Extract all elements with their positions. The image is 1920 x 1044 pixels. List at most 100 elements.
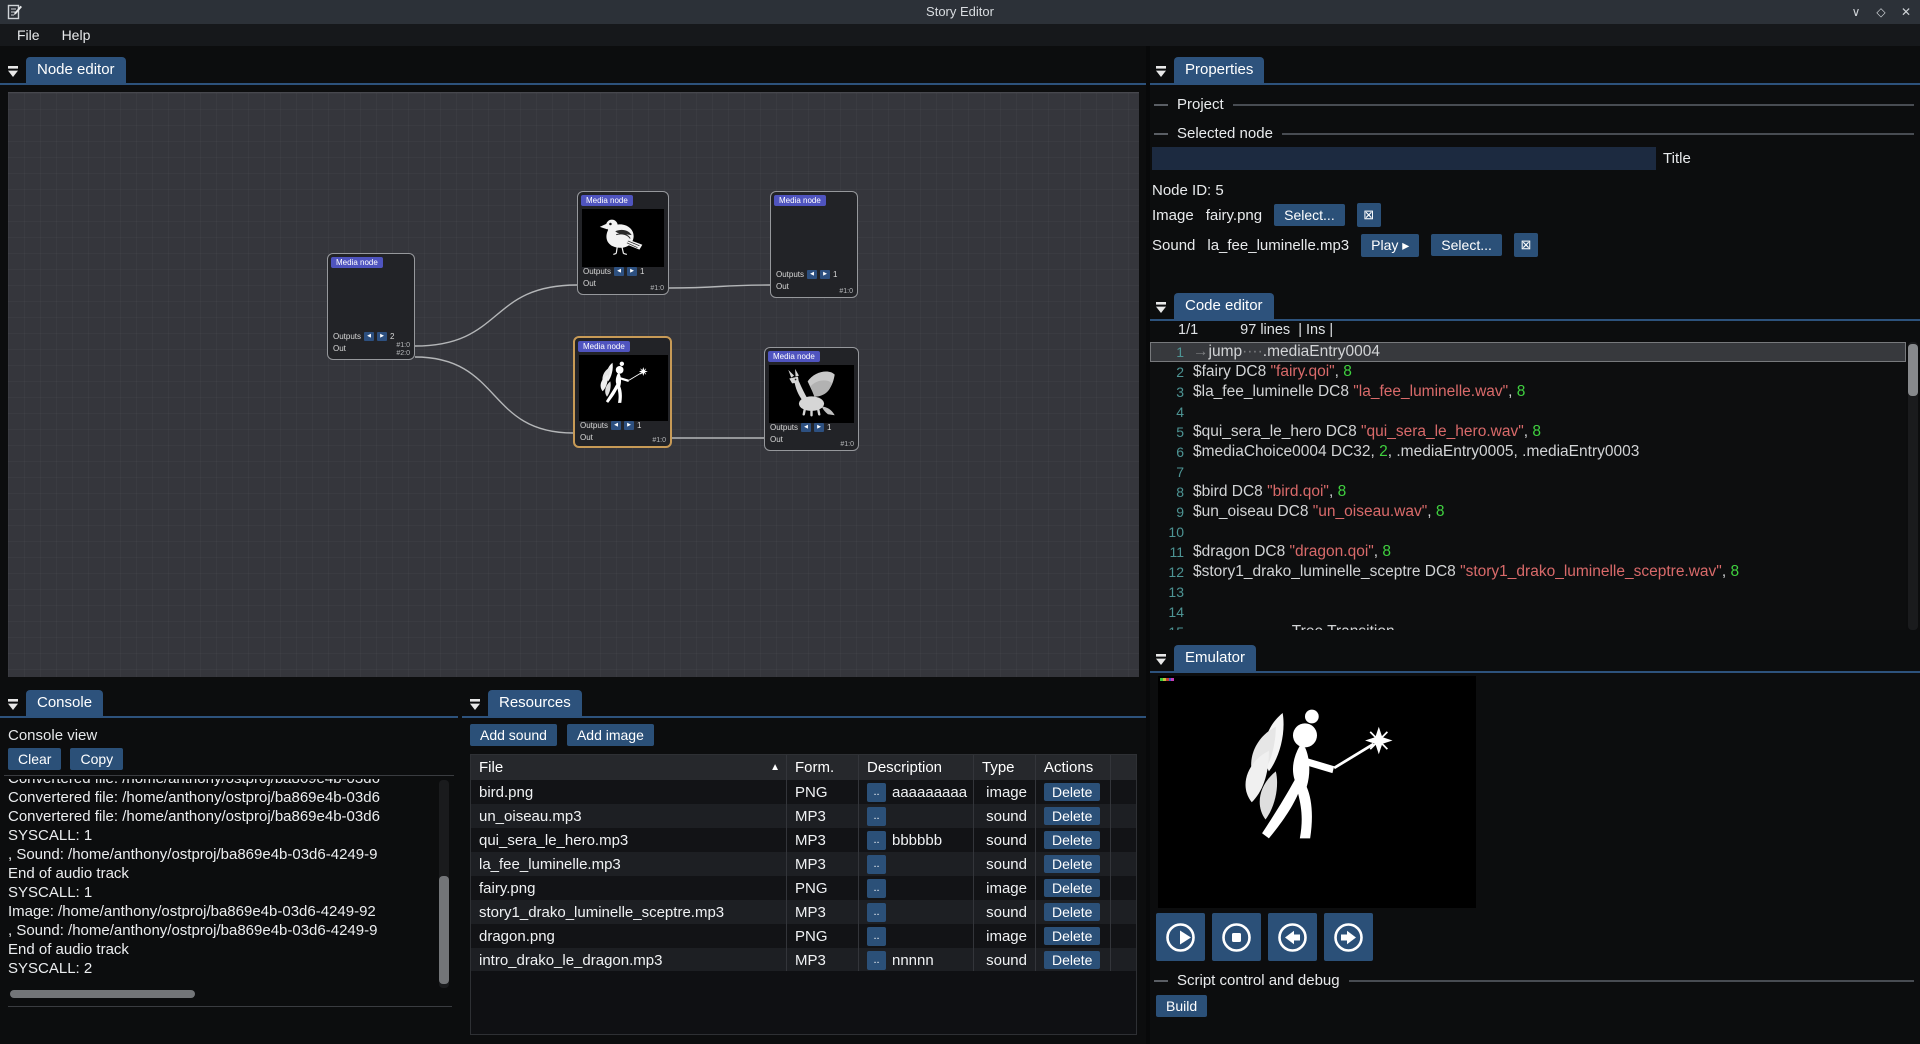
sound-play-button[interactable]: Play ▸ xyxy=(1361,234,1419,257)
tab-emulator[interactable]: Emulator xyxy=(1174,645,1256,671)
delete-button[interactable]: Delete xyxy=(1044,951,1100,969)
image-clear-button[interactable]: ⊠ xyxy=(1357,203,1381,227)
delete-button[interactable]: Delete xyxy=(1044,903,1100,921)
code-line-5[interactable]: 5$qui_sera_le_hero DC8 "qui_sera_le_hero… xyxy=(1150,422,1906,442)
output-next-button[interactable]: ▶ xyxy=(814,423,824,432)
code-editor-area[interactable]: 1→jump····.mediaEntry00042$fairy DC8 "fa… xyxy=(1150,342,1906,630)
code-line-15[interactable]: 15 Tree Transition xyxy=(1150,622,1906,630)
column-header-actions[interactable]: Actions xyxy=(1036,755,1111,780)
start-media-node[interactable]: Media nodeOutputs◀▶2Out#1:0#2:0 xyxy=(327,253,415,360)
code-line-13[interactable]: 13 xyxy=(1150,582,1906,602)
browse-description-button[interactable]: .. xyxy=(867,879,886,898)
code-line-9[interactable]: 9$un_oiseau DC8 "un_oiseau.wav", 8 xyxy=(1150,502,1906,522)
dragon-media-node[interactable]: Media nodeOutputs◀▶1Out#1:0 xyxy=(764,347,859,451)
browse-description-button[interactable]: .. xyxy=(867,927,886,946)
image-select-button[interactable]: Select... xyxy=(1274,204,1345,226)
collapse-icon[interactable] xyxy=(4,695,22,713)
delete-button[interactable]: Delete xyxy=(1044,807,1100,825)
output-next-button[interactable]: ▶ xyxy=(627,267,637,276)
sound-clear-button[interactable]: ⊠ xyxy=(1514,233,1538,257)
delete-button[interactable]: Delete xyxy=(1044,855,1100,873)
column-header-form[interactable]: Form. xyxy=(787,755,859,780)
scrollbar-spacer-cell xyxy=(1111,852,1136,876)
copy-button[interactable]: Copy xyxy=(70,748,123,770)
fairy-media-node[interactable]: Media nodeOutputs◀▶1Out#1:0 xyxy=(573,336,672,448)
type-cell: sound xyxy=(974,804,1036,828)
choice-media-node[interactable]: Media nodeOutputs◀▶1Out#1:0 xyxy=(770,191,858,298)
browse-description-button[interactable]: .. xyxy=(867,783,886,802)
line-number: 15 xyxy=(1150,622,1193,630)
minimize-button[interactable]: ∨ xyxy=(1848,4,1864,20)
code-line-12[interactable]: 12$story1_drako_luminelle_sceptre DC8 "s… xyxy=(1150,562,1906,582)
maximize-button[interactable]: ◇ xyxy=(1873,4,1889,20)
step-forward-button[interactable] xyxy=(1324,913,1373,961)
console-hscrollbar-thumb[interactable] xyxy=(10,990,195,998)
code-line-8[interactable]: 8$bird DC8 "bird.qoi", 8 xyxy=(1150,482,1906,502)
collapse-icon[interactable] xyxy=(4,62,22,80)
browse-description-button[interactable]: .. xyxy=(867,807,886,826)
browse-description-button[interactable]: .. xyxy=(867,855,886,874)
sound-select-button[interactable]: Select... xyxy=(1431,234,1502,256)
resource-row[interactable]: fairy.pngPNG..imageDelete xyxy=(471,876,1136,900)
code-line-3[interactable]: 3$la_fee_luminelle DC8 "la_fee_luminelle… xyxy=(1150,382,1906,402)
delete-button[interactable]: Delete xyxy=(1044,927,1100,945)
output-prev-button[interactable]: ◀ xyxy=(614,267,624,276)
code-line-2[interactable]: 2$fairy DC8 "fairy.qoi", 8 xyxy=(1150,362,1906,382)
play-button[interactable] xyxy=(1156,913,1205,961)
tab-node-editor[interactable]: Node editor xyxy=(26,57,126,83)
add-image-button[interactable]: Add image xyxy=(567,724,654,746)
resource-row[interactable]: dragon.pngPNG..imageDelete xyxy=(471,924,1136,948)
column-header-description[interactable]: Description xyxy=(859,755,974,780)
menu-help[interactable]: Help xyxy=(51,25,102,45)
browse-description-button[interactable]: .. xyxy=(867,951,886,970)
bird-media-node[interactable]: Media nodeOutputs◀▶1Out#1:0 xyxy=(577,191,669,295)
console-vscrollbar-thumb[interactable] xyxy=(439,876,449,984)
output-prev-button[interactable]: ◀ xyxy=(611,421,621,430)
tab-code-editor[interactable]: Code editor xyxy=(1174,293,1274,319)
code-line-4[interactable]: 4 xyxy=(1150,402,1906,422)
tab-properties[interactable]: Properties xyxy=(1174,57,1264,83)
output-prev-button[interactable]: ◀ xyxy=(364,332,374,341)
resource-row[interactable]: intro_drako_le_dragon.mp3MP3..nnnnnsound… xyxy=(471,948,1136,972)
node-title-input[interactable] xyxy=(1152,147,1656,170)
clear-button[interactable]: Clear xyxy=(8,748,61,770)
resource-row[interactable]: un_oiseau.mp3MP3..soundDelete xyxy=(471,804,1136,828)
output-next-button[interactable]: ▶ xyxy=(377,332,387,341)
node-graph-canvas[interactable]: Media nodeOutputs◀▶2Out#1:0#2:0 Media nod… xyxy=(8,92,1139,677)
code-line-14[interactable]: 14 xyxy=(1150,602,1906,622)
delete-button[interactable]: Delete xyxy=(1044,831,1100,849)
resources-buttons: Add sound Add image xyxy=(470,724,654,746)
build-button[interactable]: Build xyxy=(1156,995,1207,1017)
code-line-11[interactable]: 11$dragon DC8 "dragon.qoi", 8 xyxy=(1150,542,1906,562)
resource-row[interactable]: story1_drako_luminelle_sceptre.mp3MP3..s… xyxy=(471,900,1136,924)
collapse-icon[interactable] xyxy=(1152,62,1170,80)
code-line-7[interactable]: 7 xyxy=(1150,462,1906,482)
column-header-file[interactable]: File▲ xyxy=(471,755,787,780)
collapse-icon[interactable] xyxy=(1152,298,1170,316)
add-sound-button[interactable]: Add sound xyxy=(470,724,557,746)
collapse-icon[interactable] xyxy=(466,695,484,713)
delete-button[interactable]: Delete xyxy=(1044,879,1100,897)
tab-console[interactable]: Console xyxy=(26,690,103,716)
resource-row[interactable]: qui_sera_le_hero.mp3MP3..bbbbbbsoundDele… xyxy=(471,828,1136,852)
code-line-6[interactable]: 6$mediaChoice0004 DC32, 2, .mediaEntry00… xyxy=(1150,442,1906,462)
delete-button[interactable]: Delete xyxy=(1044,783,1100,801)
output-next-button[interactable]: ▶ xyxy=(624,421,634,430)
code-line-1[interactable]: 1→jump····.mediaEntry0004 xyxy=(1150,342,1906,362)
resource-row[interactable]: la_fee_luminelle.mp3MP3..soundDelete xyxy=(471,852,1136,876)
output-prev-button[interactable]: ◀ xyxy=(801,423,811,432)
browse-description-button[interactable]: .. xyxy=(867,831,886,850)
code-line-10[interactable]: 10 xyxy=(1150,522,1906,542)
output-next-button[interactable]: ▶ xyxy=(820,270,830,279)
output-prev-button[interactable]: ◀ xyxy=(807,270,817,279)
stop-button[interactable] xyxy=(1212,913,1261,961)
tab-resources[interactable]: Resources xyxy=(488,690,582,716)
menu-file[interactable]: File xyxy=(6,25,51,45)
collapse-icon[interactable] xyxy=(1152,650,1170,668)
step-back-button[interactable] xyxy=(1268,913,1317,961)
code-vscrollbar-thumb[interactable] xyxy=(1908,344,1918,396)
resource-row[interactable]: bird.pngPNG..aaaaaaaaaimageDelete xyxy=(471,780,1136,804)
close-button[interactable]: ✕ xyxy=(1898,4,1914,20)
browse-description-button[interactable]: .. xyxy=(867,903,886,922)
column-header-type[interactable]: Type xyxy=(974,755,1036,780)
